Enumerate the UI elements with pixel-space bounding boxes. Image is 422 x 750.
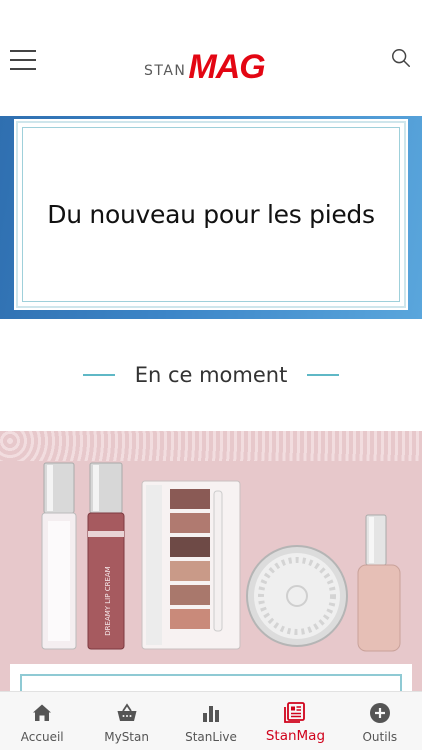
menu-button[interactable] [10, 50, 38, 72]
divider-left [82, 374, 115, 376]
article-banner[interactable]: Du nouveau pour les pieds [0, 116, 422, 319]
banner-card-frame: Du nouveau pour les pieds [22, 127, 400, 302]
logo-mag-text: MAG [188, 48, 265, 86]
tab-outils[interactable]: Outils [338, 692, 422, 750]
tab-label: StanLive [185, 730, 237, 744]
tab-stanlive[interactable]: StanLive [169, 692, 253, 750]
nail-polish [357, 514, 401, 652]
featured-article-image[interactable]: DREAMY LIP CREAM [0, 431, 422, 691]
hamburger-line [10, 68, 36, 70]
home-icon [33, 704, 52, 721]
stanmag-logo[interactable]: STAN MAG [144, 44, 266, 86]
feature-card-frame [20, 674, 402, 691]
tab-label: Accueil [20, 730, 64, 744]
tab-label: Outils [362, 730, 398, 744]
compact-powder [246, 545, 348, 647]
basket-icon [117, 703, 137, 721]
feature-card [10, 664, 412, 691]
lip-gloss-clear [41, 462, 77, 650]
logo-stan-text: STAN [144, 63, 187, 79]
hamburger-line [10, 59, 36, 61]
bottom-tab-bar: Accueil MyStan StanLive StanMag Outils [0, 691, 422, 750]
lip-cream-label: DREAMY LIP CREAM [104, 566, 112, 635]
tab-stanmag[interactable]: StanMag [253, 692, 337, 750]
banner-title: Du nouveau pour les pieds [47, 200, 375, 229]
tab-mystan[interactable]: MyStan [84, 692, 168, 750]
hamburger-menu-icon [10, 50, 36, 52]
section-title: En ce moment [134, 363, 288, 387]
bar-chart-icon [203, 706, 220, 722]
section-header: En ce moment [0, 319, 422, 431]
tab-label: StanMag [265, 728, 326, 744]
tab-label: MyStan [104, 730, 149, 744]
plus-circle-icon [369, 703, 390, 723]
app-header: STAN MAG [0, 0, 422, 116]
newspaper-icon [284, 702, 306, 723]
lip-cream-pink: DREAMY LIP CREAM [87, 462, 125, 650]
divider-right [307, 374, 340, 376]
tab-accueil[interactable]: Accueil [0, 692, 84, 750]
eyeshadow-palette [141, 480, 241, 650]
cosmetics-illustration: DREAMY LIP CREAM [41, 462, 401, 652]
banner-card: Du nouveau pour les pieds [14, 119, 408, 310]
search-icon [392, 49, 410, 67]
search-button[interactable] [390, 47, 414, 71]
